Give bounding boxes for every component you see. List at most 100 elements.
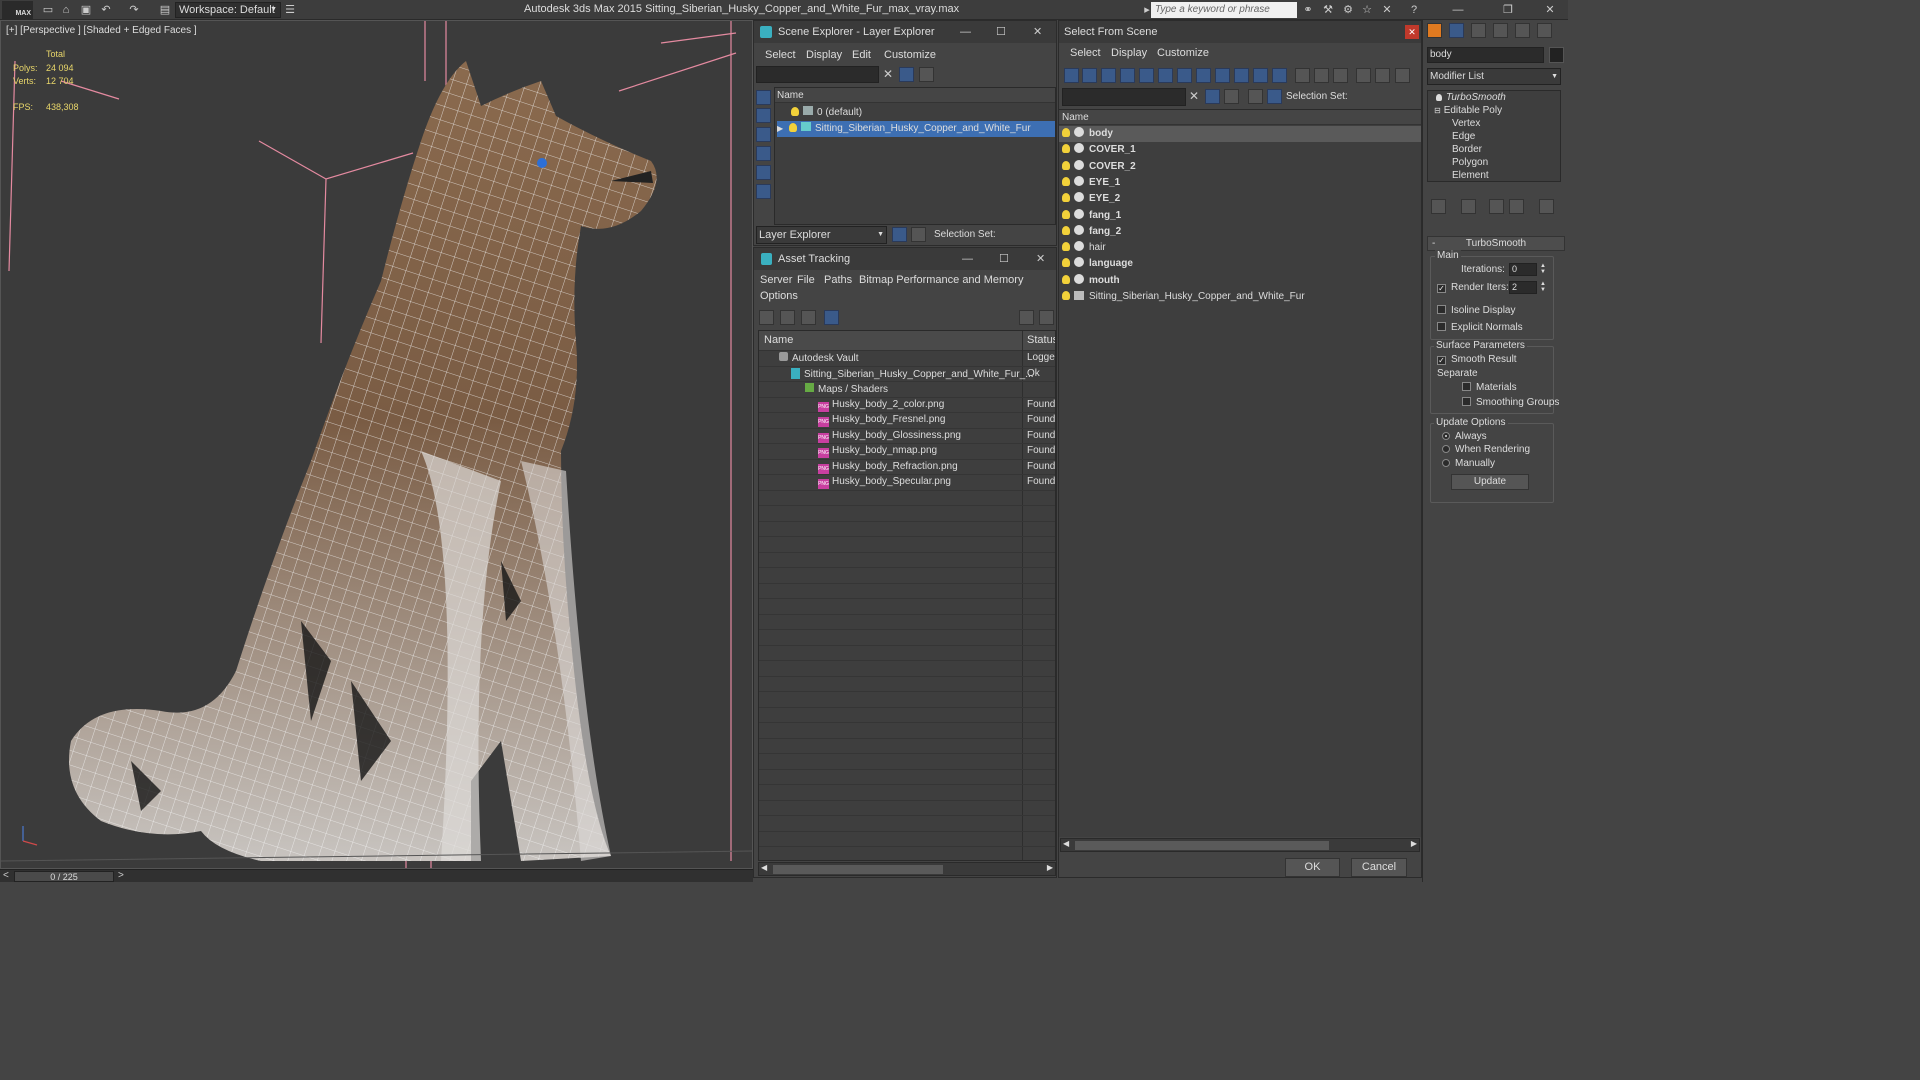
filter-lights-icon[interactable] <box>1101 68 1116 83</box>
filter-containers-icon[interactable] <box>1234 68 1249 83</box>
scroll-right-icon[interactable]: ▶ <box>1411 839 1417 848</box>
render-iters-checkbox[interactable]: ✓ Render Iters: <box>1437 282 1509 293</box>
refresh-icon[interactable] <box>759 310 774 325</box>
table-row[interactable]: PNG Husky_body_2_color.png Found <box>759 398 1055 413</box>
subobject-border[interactable]: Border <box>1452 143 1482 156</box>
utilities-tab-icon[interactable] <box>1537 23 1552 38</box>
time-slider-thumb[interactable]: 0 / 225 <box>14 871 114 882</box>
close-icon[interactable]: ✕ <box>1036 248 1045 270</box>
help-icon[interactable] <box>1019 310 1034 325</box>
object-name-field[interactable]: body <box>1427 47 1544 63</box>
project-folder-icon[interactable]: ▤ <box>157 2 173 17</box>
make-unique-icon[interactable] <box>1489 199 1504 214</box>
filter-hidden-icon[interactable] <box>1272 68 1287 83</box>
motion-tab-icon[interactable] <box>1493 23 1508 38</box>
hierarchy-tab-icon[interactable] <box>1471 23 1486 38</box>
scroll-right-icon[interactable]: ▶ <box>1047 863 1053 872</box>
help-icon[interactable]: ? <box>1406 2 1422 17</box>
menu-icon[interactable]: ☰ <box>282 2 298 17</box>
update-manually-radio[interactable]: Manually <box>1442 458 1495 469</box>
binoculars-icon[interactable]: ⚭ <box>1300 2 1316 17</box>
smoothing-groups-checkbox[interactable]: Smoothing Groups <box>1462 397 1559 408</box>
hierarchy-icon[interactable] <box>911 227 926 242</box>
menu-select[interactable]: Select <box>1070 47 1101 59</box>
settings-icon[interactable] <box>1039 310 1054 325</box>
modify-tab-icon[interactable] <box>1449 23 1464 38</box>
lightbulb-icon[interactable] <box>1062 160 1070 170</box>
list-item[interactable]: EYE_2 <box>1059 191 1421 207</box>
filter-cameras-icon[interactable] <box>1120 68 1135 83</box>
create-tab-icon[interactable] <box>1427 23 1442 38</box>
filter-sort-icon[interactable] <box>1375 68 1390 83</box>
update-always-radio[interactable]: Always <box>1442 431 1487 442</box>
close-icon[interactable]: ✕ <box>1033 21 1042 43</box>
pin-stack-icon[interactable] <box>1431 199 1446 214</box>
lightbulb-icon[interactable] <box>791 107 799 116</box>
menu-select[interactable]: Select <box>765 49 796 61</box>
filter-select-none-icon[interactable] <box>1314 68 1329 83</box>
filter-icon[interactable] <box>1205 89 1220 104</box>
list-item[interactable]: hair <box>1059 240 1421 256</box>
table-row[interactable]: Sitting_Siberian_Husky_Copper_and_White_… <box>759 367 1055 382</box>
table-row[interactable]: PNG Husky_body_Glossiness.png Found <box>759 429 1055 444</box>
filter-options-icon[interactable] <box>1395 68 1410 83</box>
subobject-vertex[interactable]: Vertex <box>1452 117 1480 130</box>
time-slider[interactable]: < 0 / 225 > <box>0 869 753 882</box>
filter-select-all-icon[interactable] <box>1295 68 1310 83</box>
menu-file[interactable]: File <box>797 274 815 286</box>
scene-search-field[interactable] <box>756 66 879 83</box>
minimize-icon[interactable]: — <box>960 21 971 43</box>
menu-options[interactable]: Options <box>760 290 798 302</box>
stack-item-turbosmooth[interactable]: TurboSmooth <box>1436 91 1506 104</box>
layer-row-default[interactable]: 0 (default) <box>791 105 1056 121</box>
save-icon[interactable]: ▣ <box>78 2 94 17</box>
signin-icon[interactable]: ⚙ <box>1340 2 1356 17</box>
scrollbar-thumb[interactable] <box>773 865 943 874</box>
layer-row-husky[interactable]: ▶ Sitting_Siberian_Husky_Copper_and_White… <box>777 121 1055 137</box>
lightbulb-icon[interactable] <box>1062 258 1070 268</box>
stack-item-editable-poly[interactable]: ⊟ Editable Poly <box>1434 104 1502 117</box>
filter-helpers-icon[interactable] <box>1139 68 1154 83</box>
list-item[interactable]: body <box>1059 126 1421 142</box>
display-helpers-icon[interactable] <box>756 165 771 180</box>
perspective-viewport[interactable]: [+] [Perspective ] [Shaded + Edged Faces… <box>0 20 753 869</box>
timeline-next-button[interactable]: > <box>118 870 124 881</box>
configure-sets-icon[interactable] <box>1539 199 1554 214</box>
isoline-display-checkbox[interactable]: Isoline Display <box>1437 305 1515 316</box>
list-view-icon[interactable] <box>780 310 795 325</box>
update-when-rendering-radio[interactable]: When Rendering <box>1442 444 1530 455</box>
scene-explorer-titlebar[interactable]: Scene Explorer - Layer Explorer — ☐ ✕ <box>754 21 1056 43</box>
subobject-edge[interactable]: Edge <box>1452 130 1475 143</box>
lightbulb-icon[interactable] <box>1062 291 1070 300</box>
lightbulb-icon[interactable] <box>1062 193 1070 203</box>
remove-modifier-icon[interactable] <box>1509 199 1524 214</box>
object-color-swatch[interactable] <box>1549 47 1564 63</box>
menu-server[interactable]: Server <box>760 274 792 286</box>
layer-explorer-icon[interactable] <box>892 227 907 242</box>
ok-button[interactable]: OK <box>1285 858 1340 877</box>
subobject-element[interactable]: Element <box>1452 169 1489 182</box>
list-item[interactable]: fang_1 <box>1059 208 1421 224</box>
new-file-icon[interactable]: ▭ <box>40 2 56 17</box>
horizontal-scrollbar[interactable]: ◀ ▶ <box>1060 838 1420 852</box>
col-header-status[interactable]: Status <box>1027 334 1055 346</box>
layers-icon[interactable] <box>1224 89 1239 104</box>
table-row[interactable]: PNG Husky_body_Fresnel.png Found <box>759 413 1055 429</box>
menu-display[interactable]: Display <box>806 49 842 61</box>
menu-edit[interactable]: Edit <box>852 49 871 61</box>
close-icon[interactable]: ✕ <box>1542 2 1558 17</box>
lightbulb-icon[interactable] <box>1062 225 1070 235</box>
cancel-button[interactable]: Cancel <box>1351 858 1407 877</box>
undo-icon[interactable]: ↶ <box>98 2 114 17</box>
clear-search-icon[interactable]: ✕ <box>883 67 893 81</box>
menu-display[interactable]: Display <box>1111 47 1147 59</box>
iterations-spinner[interactable]: 0 <box>1509 263 1537 276</box>
lightbulb-icon[interactable] <box>1062 144 1070 154</box>
list-item[interactable]: EYE_1 <box>1059 175 1421 191</box>
col-header-name[interactable]: Name <box>764 334 793 346</box>
table-row[interactable]: PNG Husky_body_Refraction.png Found <box>759 460 1055 475</box>
turbosmooth-rollout-header[interactable]: - TurboSmooth <box>1427 236 1565 251</box>
tools-icon[interactable]: ⚒ <box>1320 2 1336 17</box>
name-filter-field[interactable] <box>1062 88 1186 106</box>
explorer-type-dropdown[interactable]: Layer Explorer ▼ <box>756 226 887 244</box>
